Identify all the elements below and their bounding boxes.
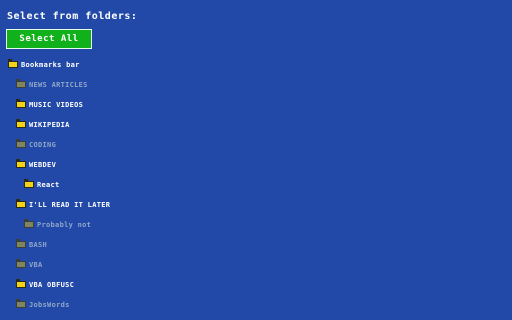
folder-item[interactable]: NEWS ARTICLES: [16, 78, 88, 92]
folder-item[interactable]: JobsWords: [16, 298, 70, 312]
folder-item[interactable]: VBA: [16, 258, 43, 272]
folder-label: VBA OBFUSC: [29, 280, 75, 289]
folder-label: NEWS ARTICLES: [29, 80, 88, 89]
folder-item[interactable]: I'LL READ IT LATER: [16, 198, 110, 212]
folder-label: I'LL READ IT LATER: [29, 200, 111, 209]
folder-label: React: [37, 180, 60, 189]
folder-icon: [16, 199, 26, 208]
folder-label: Probably not: [37, 220, 92, 229]
folder-icon: [24, 219, 34, 228]
folder-tree: Bookmarks bar NEWS ARTICLES MUSIC VIDEOS WI…: [0, 0, 512, 320]
folder-label: MUSIC VIDEOS: [29, 100, 84, 109]
folder-icon: [8, 59, 18, 68]
folder-label: JobsWords: [29, 300, 70, 309]
folder-label: BASH: [29, 240, 48, 249]
folder-label: Bookmarks bar: [21, 60, 80, 69]
folder-icon: [16, 259, 26, 268]
folder-item[interactable]: WEBDEV: [16, 158, 56, 172]
folder-icon: [16, 99, 26, 108]
folder-label: VBA: [29, 260, 43, 269]
folder-icon: [16, 239, 26, 248]
folder-label: CODING: [29, 140, 57, 149]
folder-icon: [16, 299, 26, 308]
folder-icon: [16, 79, 26, 88]
folder-icon: [16, 119, 26, 128]
folder-icon: [16, 279, 26, 288]
folder-item[interactable]: Bookmarks bar: [8, 58, 80, 72]
folder-icon: [16, 159, 26, 168]
folder-item[interactable]: VBA OBFUSC: [16, 278, 74, 292]
folder-icon: [24, 179, 34, 188]
folder-item[interactable]: MUSIC VIDEOS: [16, 98, 83, 112]
folder-item[interactable]: React: [24, 178, 60, 192]
folder-label: WEBDEV: [29, 160, 57, 169]
folder-label: WIKIPEDIA: [29, 120, 70, 129]
folder-item[interactable]: CODING: [16, 138, 56, 152]
folder-item[interactable]: Probably not: [24, 218, 91, 232]
folder-icon: [16, 139, 26, 148]
folder-item[interactable]: BASH: [16, 238, 47, 252]
folder-item[interactable]: WIKIPEDIA: [16, 118, 70, 132]
